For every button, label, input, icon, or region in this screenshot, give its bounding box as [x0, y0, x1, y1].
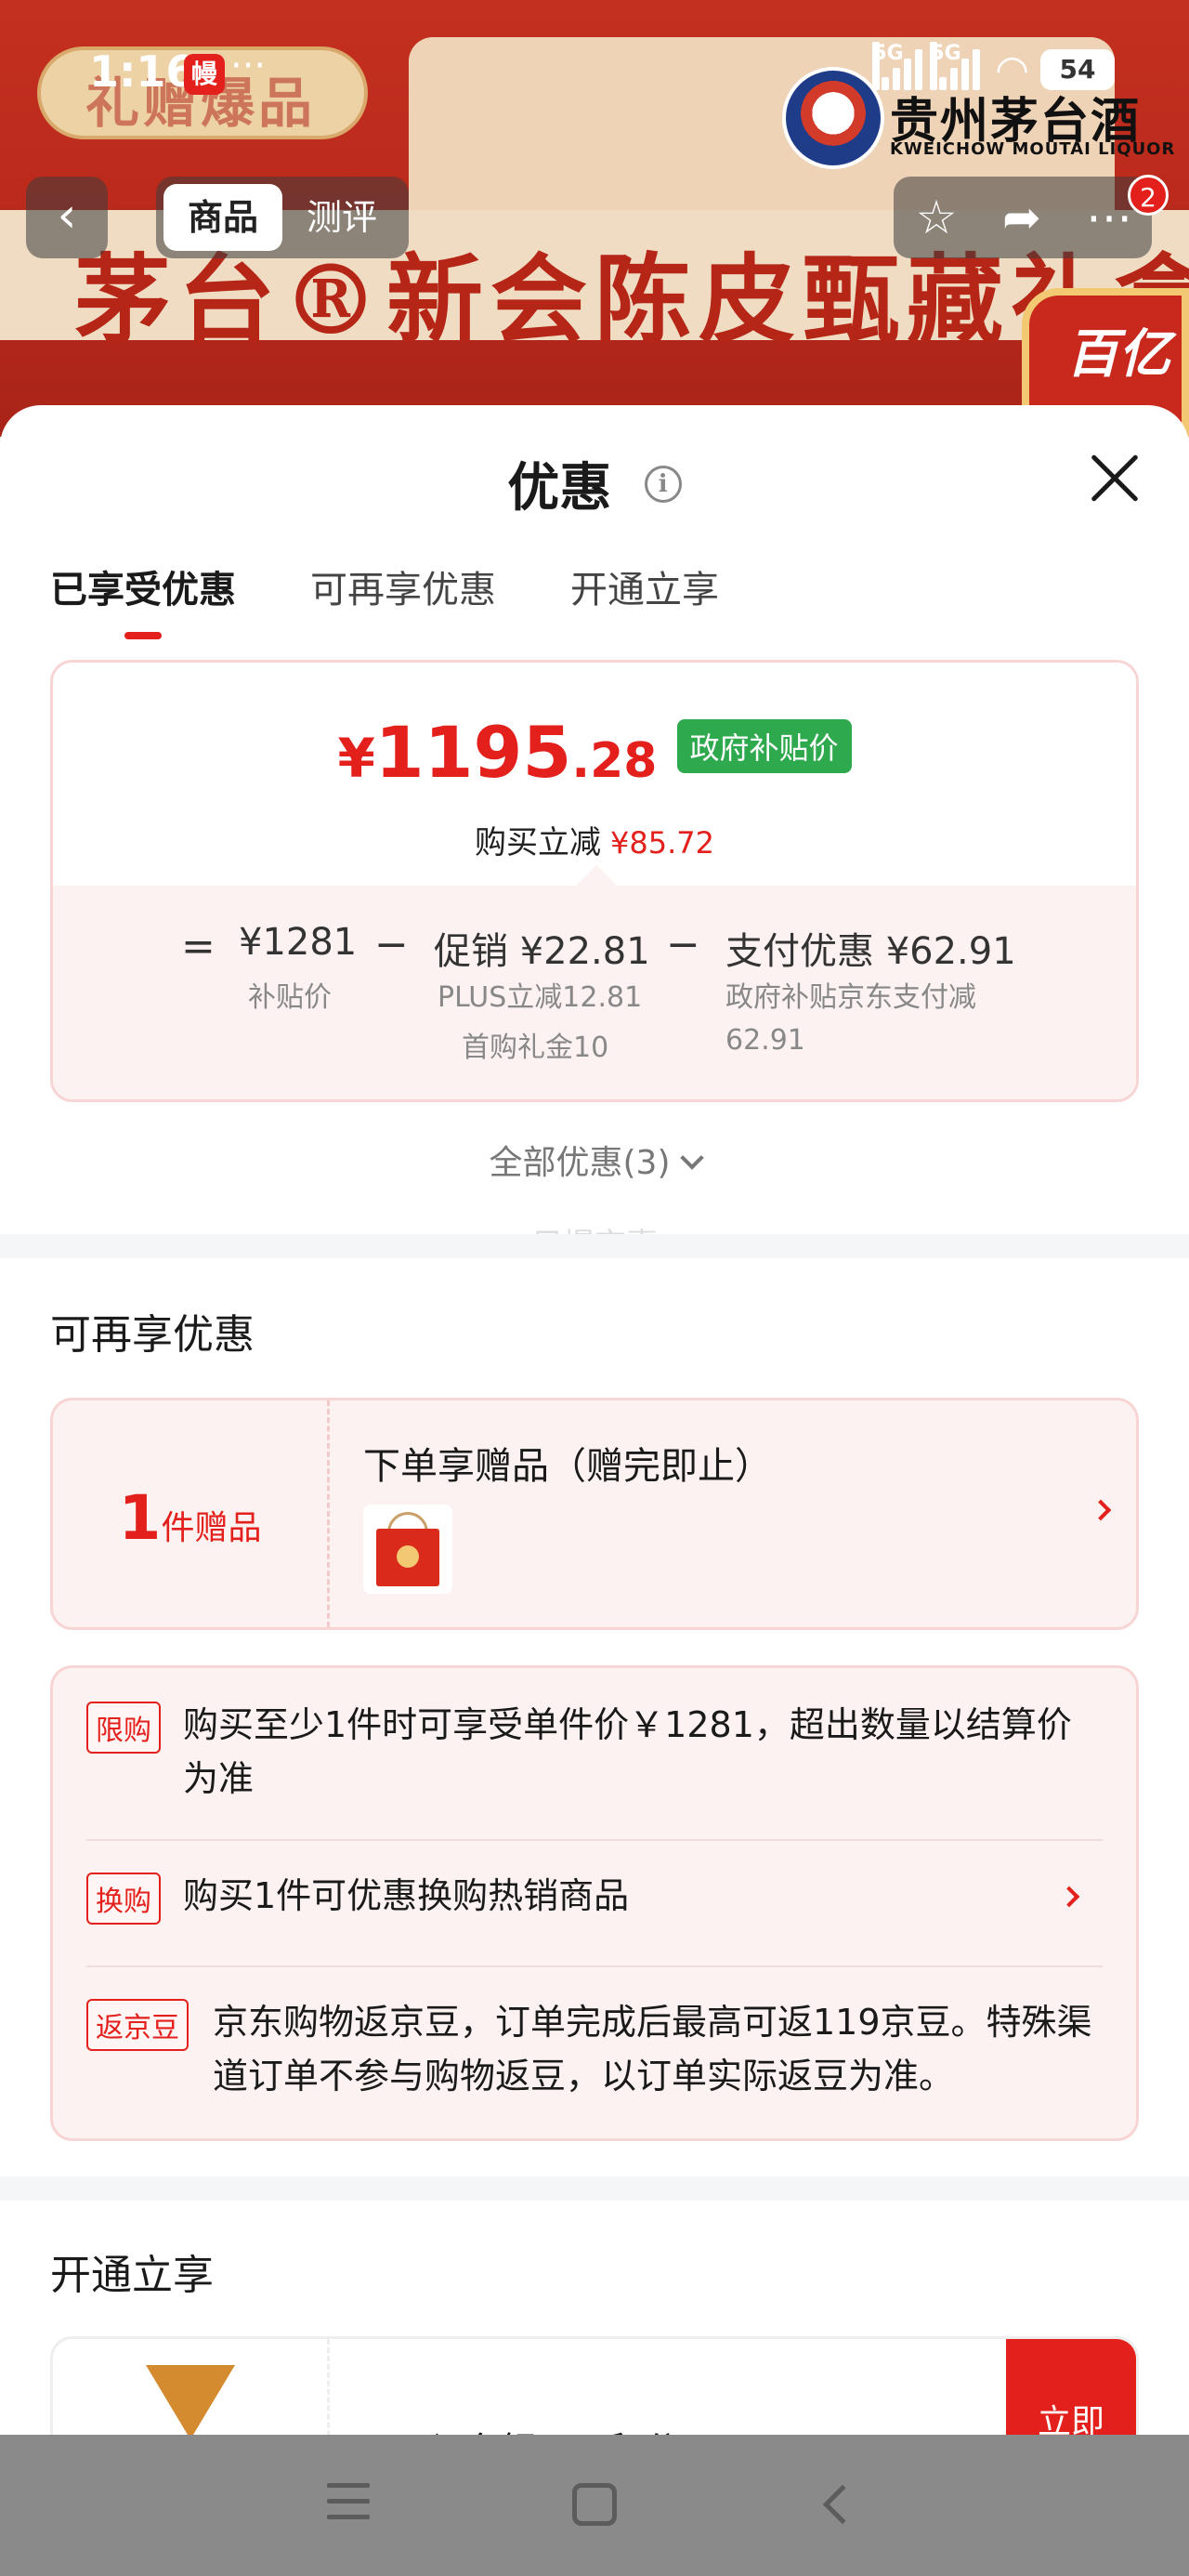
- tab-review[interactable]: 测评: [282, 184, 401, 251]
- tab-open-offers[interactable]: 开通立享: [570, 559, 719, 639]
- equals-sign: =: [181, 923, 216, 970]
- back-icon[interactable]: [822, 2484, 863, 2525]
- section-title-more-offers: 可再享优惠: [50, 1311, 255, 1359]
- recent-apps-icon[interactable]: [327, 2483, 370, 2520]
- share-icon[interactable]: ➦: [979, 177, 1065, 258]
- instant-reduction: 购买立减 ¥85.72: [53, 817, 1136, 862]
- rule-text: 京东购物返京豆，订单完成后最高可返119京豆。特殊渠道订单不参与购物返豆，以订单…: [213, 2002, 1092, 2096]
- section-divider: [0, 1234, 1189, 1258]
- gift-offer-card[interactable]: 1件赠品 下单享赠品（赠完即止）: [50, 1398, 1139, 1630]
- reduction-amount: ¥85.72: [610, 825, 714, 861]
- rule-limit: 限购 购买至少1件时可享受单件价￥1281，超出数量以结算价为准: [86, 1698, 1103, 1806]
- status-icons: 5G 5G ◠ 54: [872, 41, 1115, 92]
- sheet-title-text: 优惠: [507, 458, 612, 519]
- minus-sign: −: [374, 921, 409, 968]
- purchase-rules-card: 限购 购买至少1件时可享受单件价￥1281，超出数量以结算价为准 换购 购买1件…: [50, 1665, 1139, 2141]
- promo-detail-first: 首购礼金10: [462, 1032, 609, 1064]
- tab-product[interactable]: 商品: [163, 184, 282, 251]
- chevron-down-icon: [679, 1146, 704, 1170]
- section-divider: [0, 2176, 1189, 2201]
- plus-logo-icon: [146, 2365, 235, 2439]
- sheet-title: 优惠 i: [0, 446, 1189, 521]
- chevron-right-icon: [1090, 1499, 1112, 1521]
- price-decimal: .28: [571, 733, 658, 789]
- close-icon[interactable]: [1087, 450, 1143, 506]
- rule-text: 购买至少1件时可享受单件价￥1281，超出数量以结算价为准: [183, 1704, 1072, 1799]
- final-price-area: ¥1195.28 政府补贴价 购买立减 ¥85.72: [53, 663, 1136, 886]
- payment-discount-amount: 62.91: [725, 1024, 805, 1057]
- offers-sheet: 优惠 i 已享受优惠 可再享优惠 开通立享 ¥1195.28 政府补贴价 购买立…: [0, 405, 1189, 2576]
- tab-enjoyed-offers[interactable]: 已享受优惠: [50, 559, 236, 639]
- promo-detail-plus: PLUS立减12.81: [438, 981, 643, 1014]
- subsidy-price-value: ¥1281: [239, 921, 358, 964]
- gift-count-number: 1: [118, 1482, 162, 1554]
- network-type: 5G: [930, 41, 961, 90]
- product-segment-control: 商品 测评: [156, 177, 409, 258]
- rule-divider: [86, 1965, 1103, 1967]
- gift-count-unit: 件赠品: [161, 1509, 262, 1547]
- home-icon[interactable]: [572, 2483, 617, 2526]
- promo-value: 促销 ¥22.81: [434, 930, 650, 973]
- moutai-logo-icon: [782, 67, 884, 169]
- all-offers-toggle[interactable]: 全部优惠(3): [0, 1136, 1189, 1184]
- battery-icon: 54: [1040, 48, 1115, 90]
- gift-title: 下单享赠品（赠完即止）: [363, 1445, 772, 1488]
- all-offers-label: 全部优惠(3): [489, 1144, 671, 1182]
- rule-tag: 返京豆: [86, 1999, 189, 2051]
- gift-bag-image: [363, 1505, 452, 1594]
- network-type: 5G: [872, 41, 904, 90]
- brand-name-en: KWEICHOW MOUTAI LIQUOR: [890, 139, 1176, 159]
- status-time: 1:16: [89, 46, 196, 97]
- rule-jingdou: 返京豆 京东购物返京豆，订单完成后最高可返119京豆。特殊渠道订单不参与购物返豆…: [86, 1995, 1103, 2103]
- gift-count-panel: 1件赠品: [53, 1400, 330, 1627]
- offer-tabs: 已享受优惠 可再享优惠 开通立享: [50, 559, 719, 639]
- price-integer: 1195: [374, 711, 572, 794]
- app-notification-icon: 幔: [184, 54, 225, 95]
- signal-icon: 5G: [872, 41, 926, 90]
- back-button[interactable]: ‹: [26, 177, 108, 258]
- rule-divider: [86, 1839, 1103, 1841]
- rule-exchange[interactable]: 换购 购买1件可优惠换购热销商品: [86, 1869, 1103, 1925]
- rule-text: 购买1件可优惠换购热销商品: [183, 1875, 630, 1916]
- rule-tag: 换购: [86, 1873, 161, 1925]
- star-icon[interactable]: ☆: [894, 177, 979, 258]
- subsidy-corner-text: 百亿: [1066, 324, 1170, 385]
- system-nav-bar: [0, 2435, 1189, 2576]
- currency-symbol: ¥: [337, 727, 375, 790]
- info-icon[interactable]: i: [644, 465, 682, 503]
- gov-subsidy-badge: 政府补贴价: [676, 719, 852, 773]
- price-breakdown-card: ¥1195.28 政府补贴价 购买立减 ¥85.72 = ¥1281 补贴价 − …: [50, 660, 1139, 1102]
- final-price: ¥1195.28 政府补贴价: [53, 711, 1136, 794]
- section-title-open-offers: 开通立享: [50, 2252, 214, 2299]
- gift-count: 1件赠品: [53, 1482, 327, 1554]
- payment-discount-value: 支付优惠 ¥62.91: [725, 930, 1016, 973]
- signal-icon: 5G: [930, 41, 984, 90]
- tab-more-offers[interactable]: 可再享优惠: [310, 559, 496, 639]
- subsidy-price-label: 补贴价: [248, 981, 332, 1014]
- wifi-icon: ◠: [995, 46, 1029, 92]
- message-count-badge: 2: [1128, 175, 1169, 216]
- reduction-label: 购买立减: [475, 824, 602, 861]
- status-more: ···: [230, 45, 267, 87]
- minus-sign: −: [666, 921, 700, 968]
- nav-actions: ☆ ➦ ⋯: [894, 177, 1152, 258]
- rule-tag: 限购: [86, 1702, 161, 1754]
